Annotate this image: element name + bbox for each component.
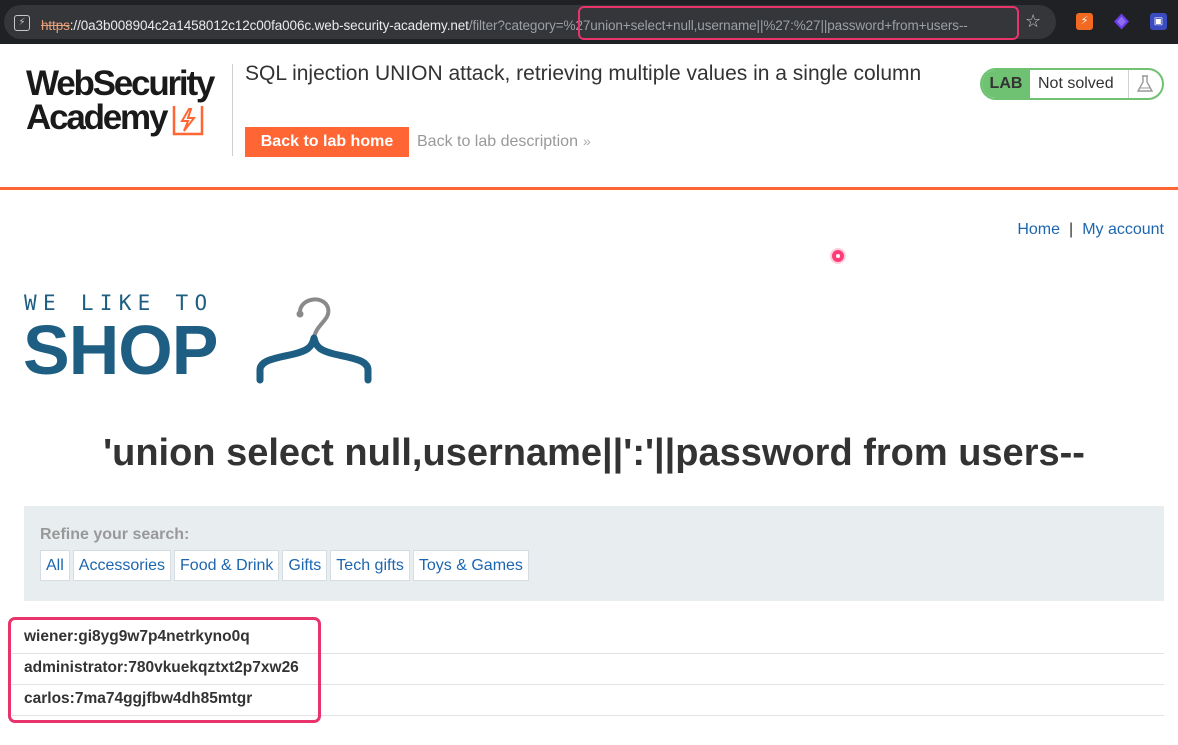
filter-accessories[interactable]: Accessories: [72, 550, 172, 581]
double-chevron-right-icon: »: [582, 133, 591, 149]
flask-icon: [1136, 75, 1154, 92]
burp-extension-icon[interactable]: ⚡: [1076, 13, 1093, 30]
header-divider: [232, 64, 233, 156]
filter-food-drink[interactable]: Food & Drink: [174, 550, 280, 581]
logo-bolt-icon: [172, 106, 204, 136]
browser-toolbar: ⚡ https://0a3b008904c2a1458012c12c00fa00…: [0, 0, 1178, 44]
shop-word: SHOP: [23, 311, 218, 389]
logo-line1: WebSecurity: [26, 64, 215, 103]
lab-badge: LAB: [982, 70, 1030, 98]
url-annotation-box: [578, 6, 1019, 40]
status-separator: [1128, 70, 1129, 98]
shield-extension-icon[interactable]: ▣: [1150, 13, 1167, 30]
filter-tech-gifts[interactable]: Tech gifts: [330, 550, 410, 581]
category-filter-list: All Accessories Food & Drink Gifts Tech …: [40, 550, 529, 581]
shop-logo: WE LIKE TO SHOP: [23, 288, 384, 389]
my-account-link[interactable]: My account: [1082, 221, 1164, 238]
lab-header: WebSecurity Academy SQL injection UNION …: [0, 44, 1178, 190]
hanger-icon: [256, 297, 372, 384]
web-security-academy-logo[interactable]: WebSecurity Academy: [24, 66, 234, 146]
site-info-icon[interactable]: ⚡: [14, 15, 30, 31]
back-description-label: Back to lab description: [417, 133, 578, 150]
lab-title: SQL injection UNION attack, retrieving m…: [245, 62, 922, 85]
bookmark-star-icon[interactable]: ☆: [1025, 11, 1041, 31]
back-to-lab-home-button[interactable]: Back to lab home: [245, 127, 409, 157]
search-results-heading: 'union select null,username||':'||passwo…: [103, 432, 1085, 474]
filter-panel: Refine your search: All Accessories Food…: [24, 506, 1164, 601]
cursor-indicator: [832, 250, 844, 262]
url-scheme: https: [41, 18, 70, 33]
url-host: ://0a3b008904c2a1458012c12c00fa006c.web-…: [69, 18, 469, 33]
back-to-lab-description-link[interactable]: Back to lab description»: [417, 133, 591, 151]
lab-status-widget: LAB Not solved: [980, 68, 1164, 100]
top-navigation: Home | My account: [1017, 221, 1164, 239]
filter-all[interactable]: All: [40, 550, 70, 581]
results-annotation-box: [8, 617, 321, 723]
filter-gifts[interactable]: Gifts: [282, 550, 328, 581]
logo-line2: Academy: [26, 98, 168, 137]
purple-extension-icon[interactable]: [1113, 13, 1130, 30]
filter-toys-games[interactable]: Toys & Games: [412, 550, 529, 581]
home-link[interactable]: Home: [1017, 221, 1060, 238]
nav-separator: |: [1069, 221, 1074, 238]
filter-label: Refine your search:: [40, 526, 190, 543]
lab-status-text: Not solved: [1038, 75, 1114, 92]
